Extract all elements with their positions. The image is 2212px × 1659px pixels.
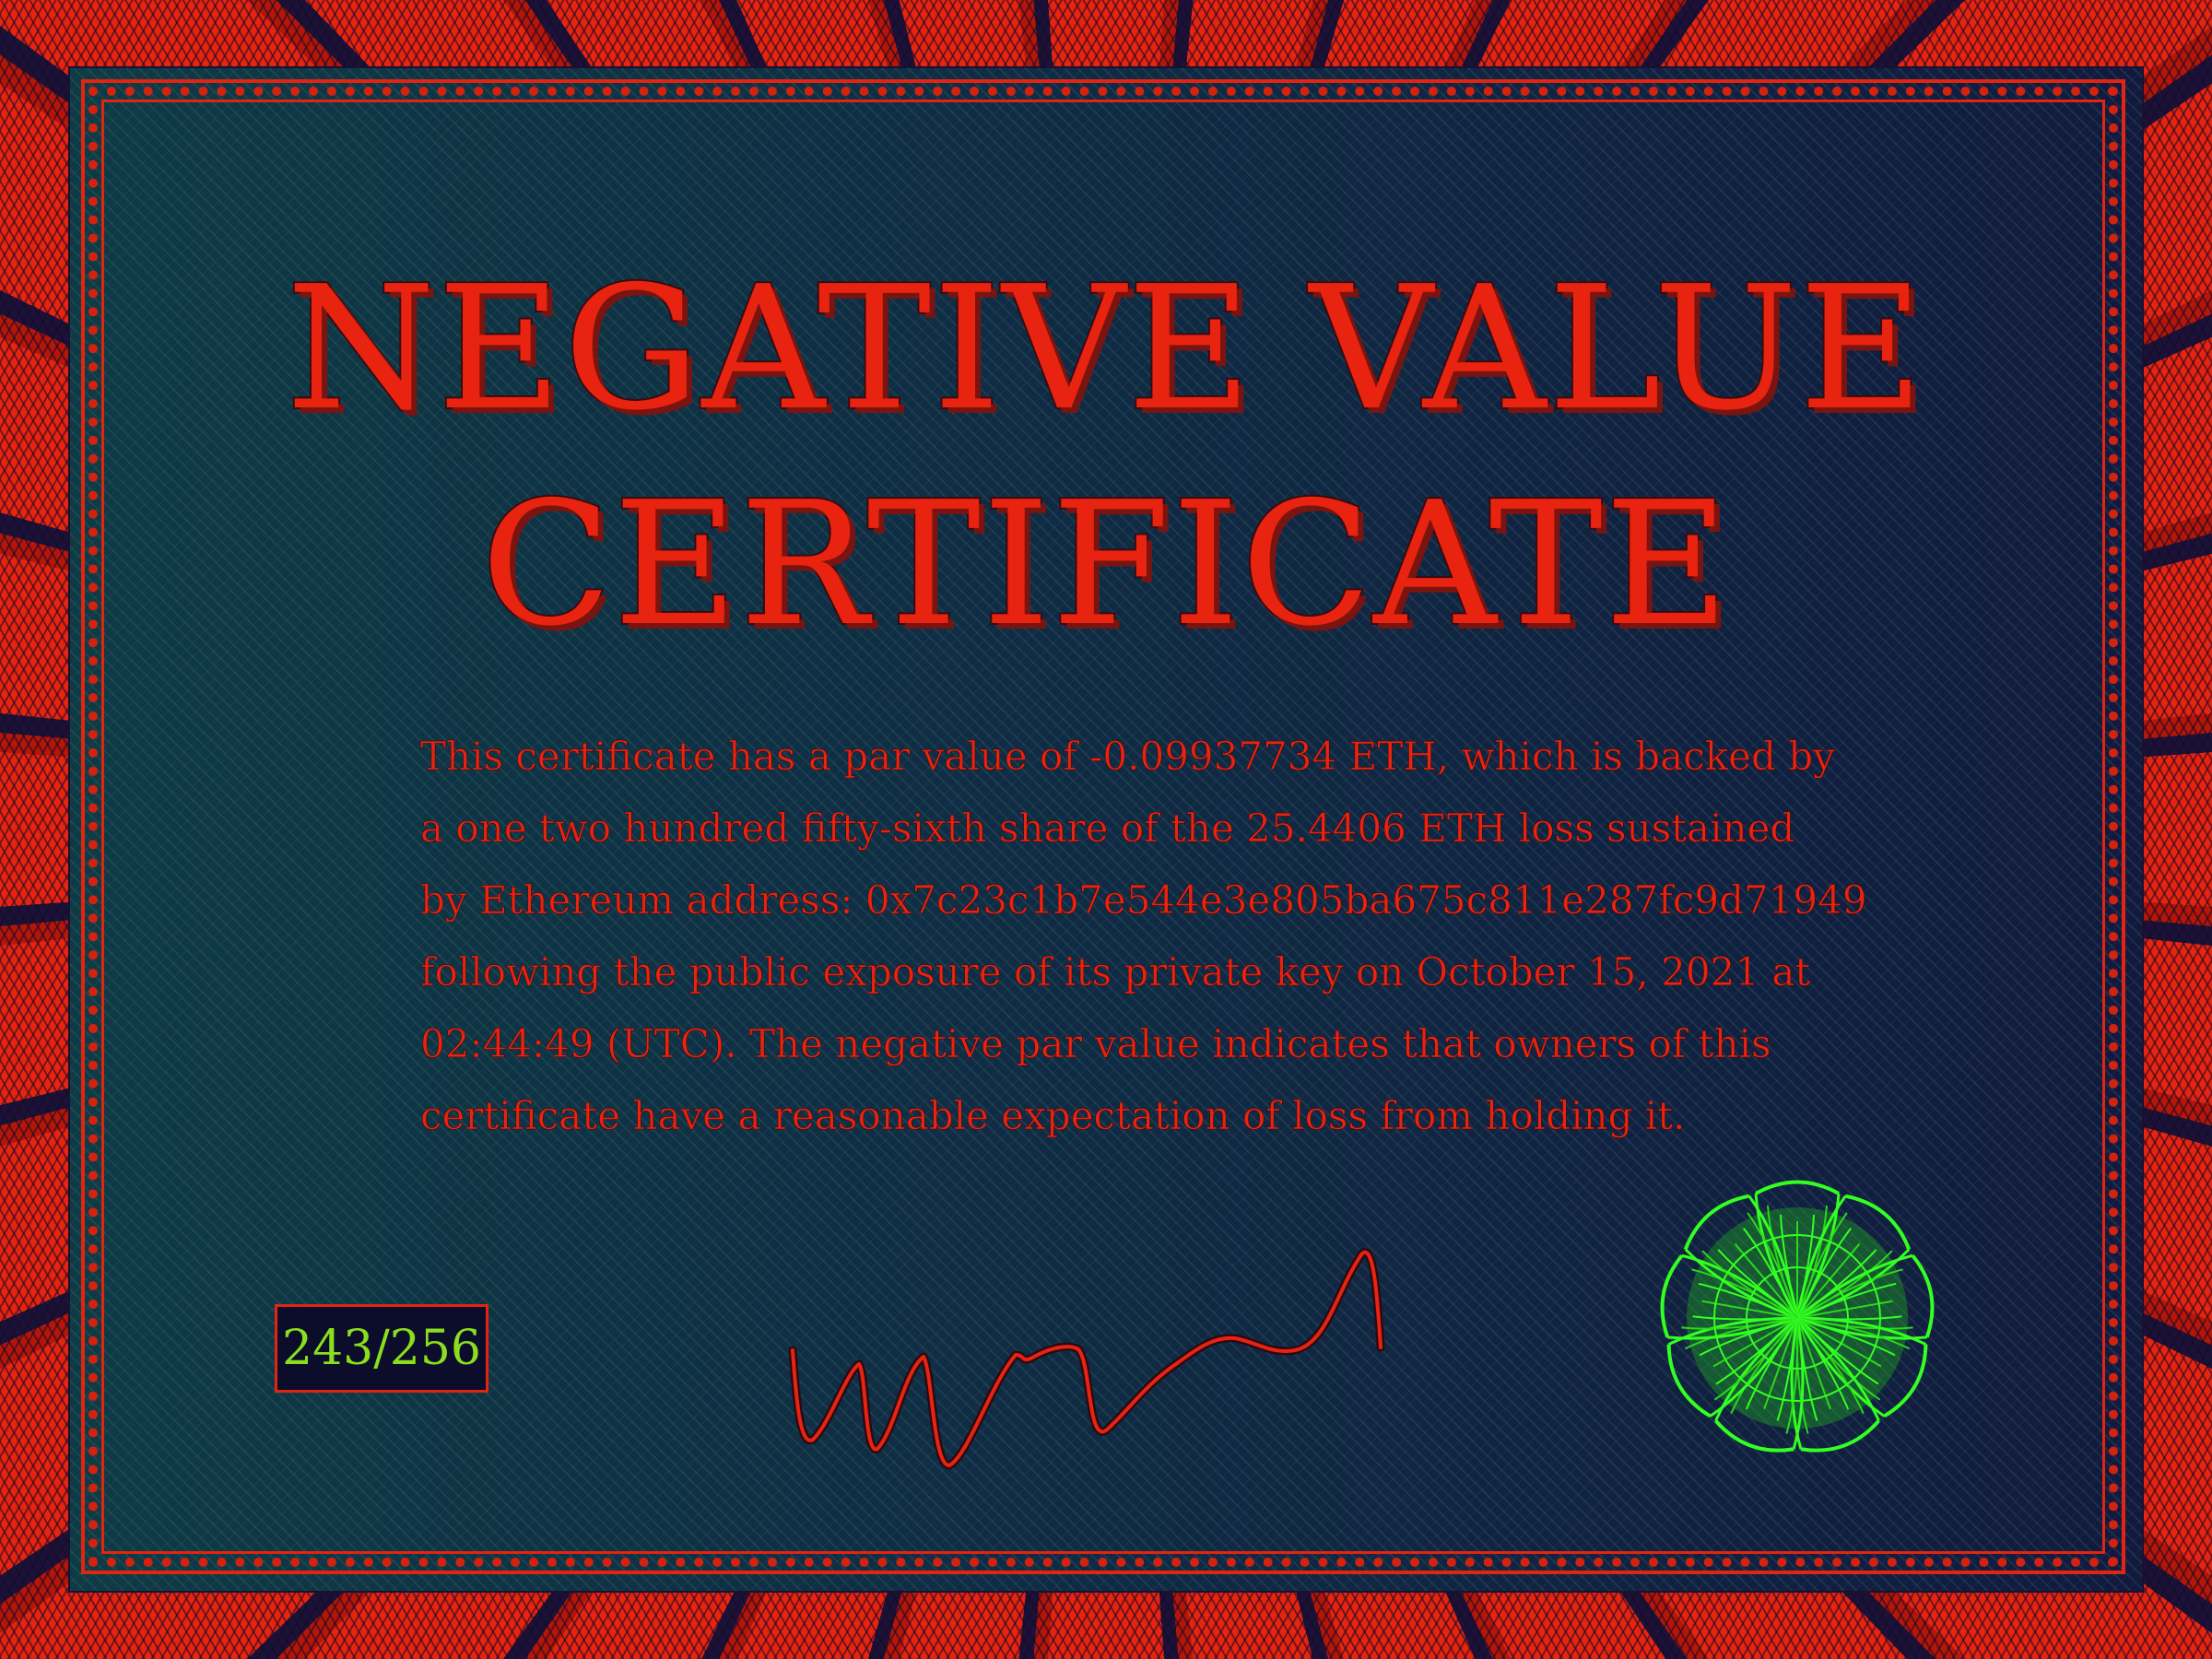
body-line: following the public exposure of its pri… (420, 949, 1811, 995)
body-line: a one two hundred fifty-sixth share of t… (420, 806, 1795, 852)
body-line: This certificate has a par value of -0.0… (420, 734, 1835, 780)
body-line: 02:44:49 (UTC). The negative par value i… (420, 1021, 1771, 1067)
seal-icon (1654, 1180, 1940, 1456)
serial-number-box: 243/256 (275, 1304, 488, 1393)
body-line: certificate have a reasonable expectatio… (420, 1093, 1686, 1139)
body-line: by Ethereum address: 0x7c23c1b7e544e3e80… (420, 877, 1867, 924)
certificate-body: This certificate has a par value of -0.0… (420, 721, 1867, 1152)
certificate-title-line1: NEGATIVE VALUE (285, 249, 1926, 448)
certificate-title-line2: CERTIFICATE (479, 465, 1732, 664)
signature-icon (788, 1248, 1385, 1470)
serial-number: 243/256 (281, 1321, 482, 1376)
